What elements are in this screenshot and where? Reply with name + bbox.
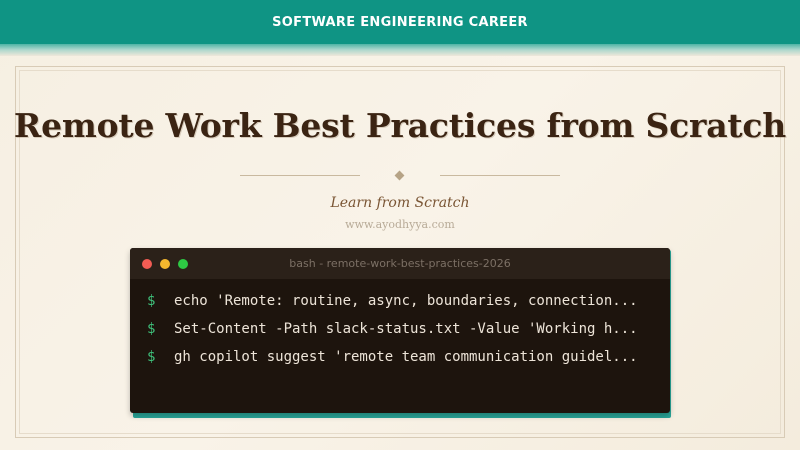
top-banner: SOFTWARE ENGINEERING CAREER xyxy=(0,0,800,44)
website-url: www.ayodhyya.com xyxy=(345,218,455,231)
command-text: echo 'Remote: routine, async, boundaries… xyxy=(174,293,638,309)
terminal-titlebar: bash - remote-work-best-practices-2026 xyxy=(130,248,670,279)
divider-line-left xyxy=(240,175,360,176)
divider-line-right xyxy=(440,175,560,176)
prompt-symbol: $ xyxy=(147,349,156,365)
page-title: Remote Work Best Practices from Scratch xyxy=(13,106,787,145)
command-text: gh copilot suggest 'remote team communic… xyxy=(174,349,638,365)
terminal-line: $ echo 'Remote: routine, async, boundarie… xyxy=(147,293,657,309)
terminal-line: $ gh copilot suggest 'remote team communi… xyxy=(147,349,657,365)
prompt-symbol: $ xyxy=(147,321,156,337)
banner-gradient xyxy=(0,44,800,56)
prompt-symbol: $ xyxy=(147,293,156,309)
banner-label: SOFTWARE ENGINEERING CAREER xyxy=(272,14,528,30)
terminal-title: bash - remote-work-best-practices-2026 xyxy=(289,257,511,270)
terminal-window: bash - remote-work-best-practices-2026 $… xyxy=(130,248,670,413)
subtitle: Learn from Scratch xyxy=(330,195,470,211)
command-text: Set-Content -Path slack-status.txt -Valu… xyxy=(174,321,638,337)
terminal-line: $ Set-Content -Path slack-status.txt -Val… xyxy=(147,321,657,337)
